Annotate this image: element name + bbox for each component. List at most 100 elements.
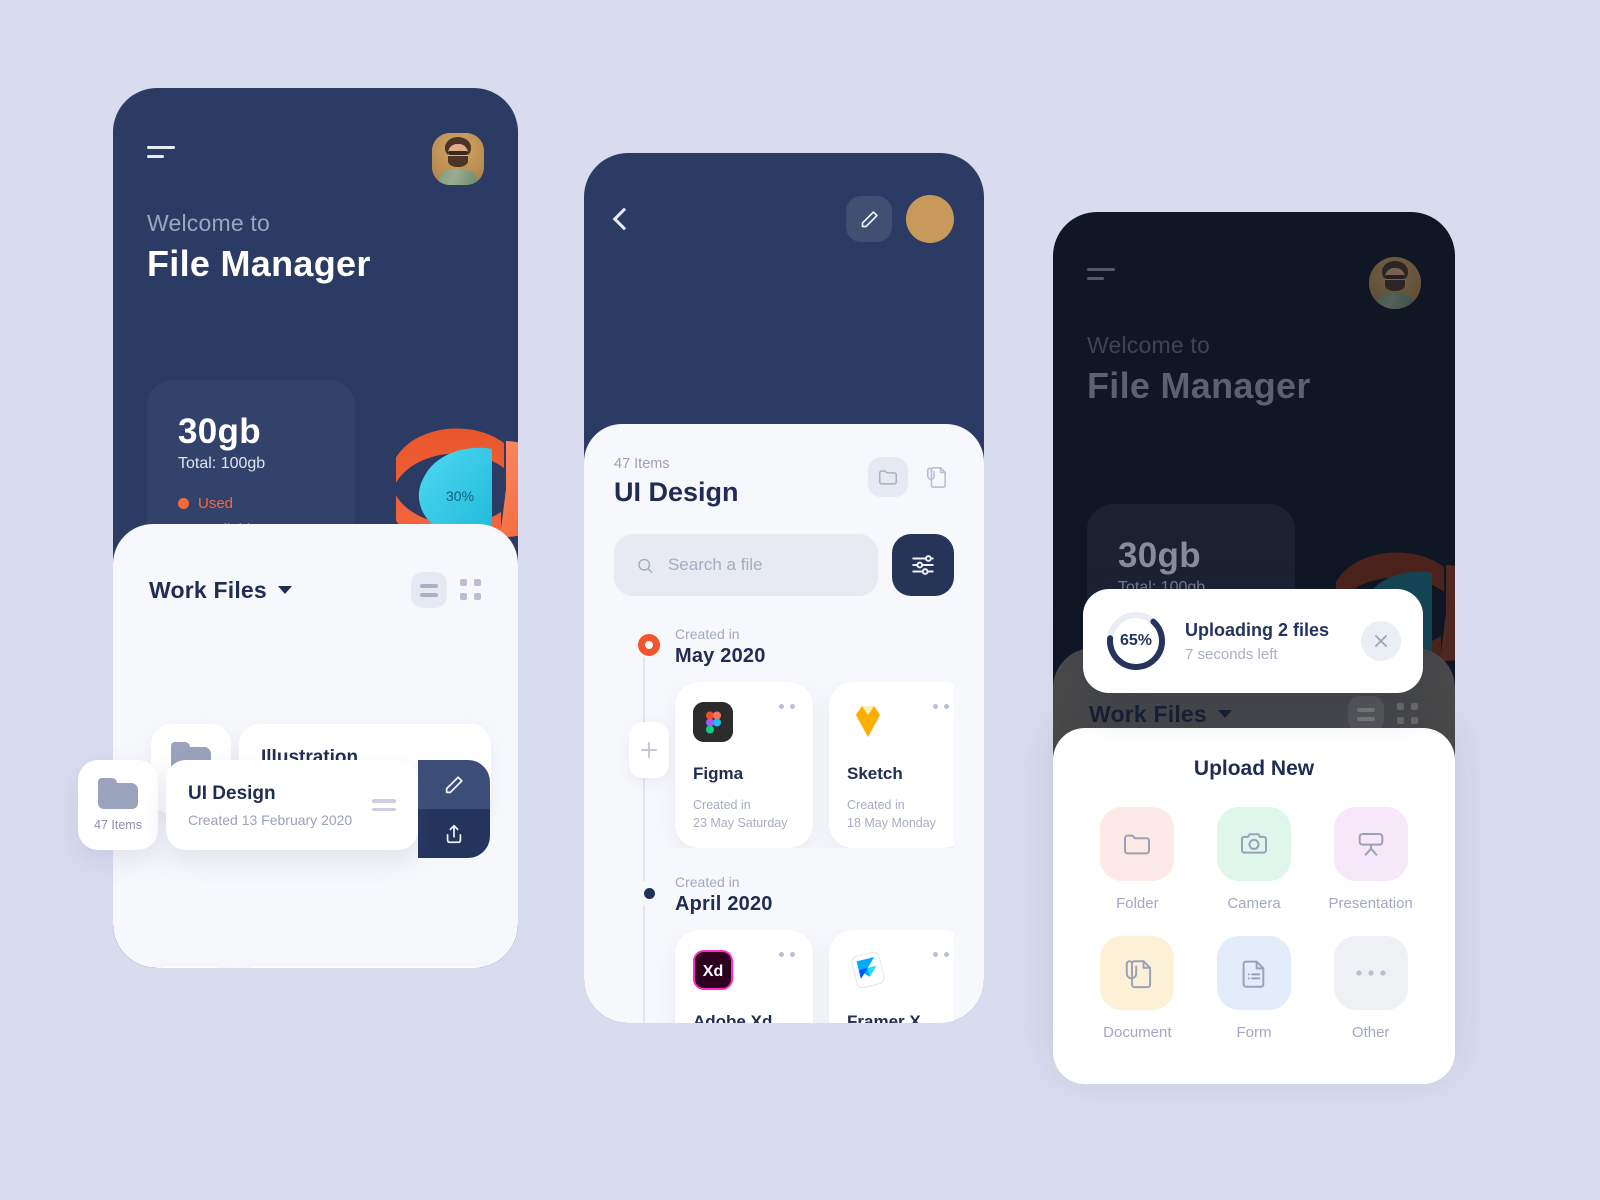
edit-button[interactable]: [846, 196, 892, 242]
file-created-date: Created 13 February 2020: [188, 811, 353, 828]
adobe-xd-icon: Xd: [693, 950, 733, 990]
avatar[interactable]: [1369, 257, 1421, 309]
folder-icon: [1100, 807, 1175, 881]
chevron-down-icon[interactable]: [277, 586, 292, 594]
upload-options-grid: Folder Camera Presentation Document Form…: [1053, 807, 1455, 1041]
phone-screen-folder-detail: 47 Items UI Design Search a file Created…: [584, 153, 984, 1023]
framer-x-icon: [847, 950, 887, 990]
svg-text:Xd: Xd: [703, 963, 723, 980]
folder-thumb: 47 Items: [78, 760, 158, 850]
presentation-icon: [1333, 807, 1408, 881]
progress-percent: 65%: [1119, 632, 1153, 649]
hamburger-icon[interactable]: [147, 146, 177, 160]
form-icon: [1216, 936, 1291, 1010]
more-options-icon[interactable]: [933, 952, 949, 957]
file-card-name: Adobe Xd: [693, 1012, 773, 1023]
edit-action-button[interactable]: [418, 760, 490, 809]
page-title: File Manager: [147, 243, 371, 284]
legend-dot-used: [178, 498, 189, 509]
storage-used-value: 30gb: [178, 412, 261, 451]
upload-option-other[interactable]: Other: [1312, 936, 1429, 1041]
close-icon[interactable]: [1361, 621, 1401, 661]
list-item-selected[interactable]: 47 Items UI Design Created 13 February 2…: [78, 760, 418, 850]
timeline-group: Created in April 2020 Xd Adobe Xd Framer…: [619, 874, 954, 1023]
avatar-shirt: [1375, 293, 1415, 309]
upload-option-form[interactable]: Form: [1196, 936, 1313, 1041]
list-view-icon[interactable]: [1348, 696, 1384, 732]
document-clip-icon[interactable]: [918, 457, 954, 497]
progress-ring: 65%: [1105, 610, 1167, 672]
upload-option-label: Camera: [1227, 895, 1281, 912]
search-input[interactable]: [667, 555, 856, 575]
work-files-title: Work Files: [149, 576, 267, 603]
sketch-icon: [847, 702, 887, 742]
timeline-created-label: Created in: [675, 626, 740, 642]
file-row-body[interactable]: UI Design Created 13 February 2020: [166, 760, 418, 850]
pie-label-available: 30%: [446, 488, 474, 504]
filter-button[interactable]: [892, 534, 954, 596]
file-card[interactable]: Xd Adobe Xd Created in 28 April Tuesday: [675, 930, 813, 1023]
folder-item-count: 47 Items: [94, 818, 142, 832]
file-card-date: 18 May Monday: [847, 816, 936, 830]
file-card-created-label: Created in: [847, 798, 905, 812]
more-options-icon[interactable]: [933, 704, 949, 709]
welcome-subtitle: Welcome to: [147, 210, 271, 236]
hamburger-icon[interactable]: [1087, 268, 1117, 282]
legend-item-used: Used: [178, 495, 355, 512]
list-view-icon[interactable]: [411, 572, 447, 608]
timeline-dot: [638, 634, 660, 656]
more-options-icon[interactable]: [779, 952, 795, 957]
upload-progress-card: 65% Uploading 2 files 7 seconds left: [1083, 589, 1423, 693]
timeline-node-active: [636, 632, 662, 658]
avatar[interactable]: [906, 195, 954, 243]
avatar-shirt: [438, 169, 478, 185]
avatar[interactable]: [432, 133, 484, 185]
drag-handle[interactable]: [372, 799, 396, 811]
file-card[interactable]: Figma Created in 23 May Saturday: [675, 682, 813, 848]
ellipsis-icon: [1333, 936, 1408, 1010]
upload-option-presentation[interactable]: Presentation: [1312, 807, 1429, 912]
folder-thumb: 25 Items: [151, 966, 231, 968]
upload-option-document[interactable]: Document: [1079, 936, 1196, 1041]
grid-view-icon[interactable]: [460, 579, 482, 601]
timeline-node: [636, 880, 662, 906]
legend-label-used: Used: [198, 495, 234, 512]
file-row-body[interactable]: Prototype Created 07 January 2020: [239, 966, 491, 968]
more-options-icon[interactable]: [779, 704, 795, 709]
figma-icon: [693, 702, 733, 742]
share-action-button[interactable]: [418, 809, 490, 858]
camera-icon: [1216, 807, 1291, 881]
upload-option-label: Document: [1103, 1024, 1172, 1041]
file-card[interactable]: Framer X Created in 02 April Thursday: [829, 930, 954, 1023]
timeline-group: Created in May 2020 Figma Created in 23 …: [619, 626, 954, 848]
folder-icon: [98, 778, 138, 809]
file-card-list: Xd Adobe Xd Created in 28 April Tuesday: [619, 930, 954, 1023]
timeline-dot: [643, 887, 655, 899]
page-title: File Manager: [1087, 365, 1311, 406]
add-file-button[interactable]: [629, 722, 669, 778]
upload-time-left: 7 seconds left: [1185, 645, 1278, 663]
file-card-name: Sketch: [847, 764, 903, 783]
upload-option-label: Form: [1236, 1024, 1272, 1041]
timeline-created-label: Created in: [675, 874, 740, 890]
file-name: UI Design: [188, 782, 276, 804]
chevron-left-icon[interactable]: [612, 207, 636, 231]
avatar-glasses: [1385, 274, 1405, 279]
file-card-date: 23 May Saturday: [693, 816, 788, 830]
upload-option-folder[interactable]: Folder: [1079, 807, 1196, 912]
folder-icon[interactable]: [868, 457, 908, 497]
design-canvas: Welcome to File Manager 30gb Total: 100g…: [0, 0, 1600, 1200]
upload-title: Uploading 2 files: [1185, 619, 1330, 640]
upload-option-camera[interactable]: Camera: [1196, 807, 1313, 912]
home-header-dimmed: Welcome to File Manager: [1053, 212, 1455, 652]
chevron-down-icon[interactable]: [1217, 710, 1232, 718]
grid-view-icon[interactable]: [1397, 703, 1419, 725]
document-clip-icon: [1100, 936, 1175, 1010]
file-card[interactable]: Sketch Created in 18 May Monday: [829, 682, 954, 848]
search-box[interactable]: [614, 534, 878, 596]
file-card-created-label: Created in: [693, 798, 751, 812]
list-item[interactable]: 25 Items Prototype Created 07 January 20…: [151, 966, 491, 968]
work-files-header: Work Files: [113, 524, 518, 608]
storage-total-value: Total: 100gb: [178, 455, 266, 472]
swipe-action-panel: [418, 760, 490, 858]
